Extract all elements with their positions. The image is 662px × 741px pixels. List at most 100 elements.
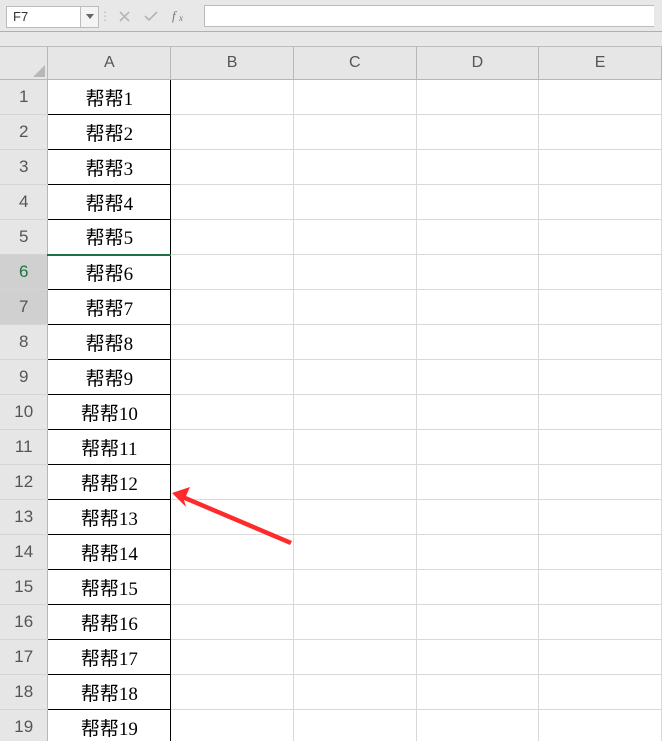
cell[interactable] — [293, 465, 416, 500]
cell[interactable] — [416, 605, 539, 640]
cell[interactable] — [539, 80, 662, 115]
cell[interactable] — [171, 570, 294, 605]
cell[interactable] — [416, 570, 539, 605]
cell[interactable]: 帮帮10 — [48, 395, 171, 430]
cell[interactable] — [539, 535, 662, 570]
cell[interactable] — [416, 255, 539, 290]
cell[interactable]: 帮帮9 — [48, 360, 171, 395]
cell[interactable] — [416, 150, 539, 185]
cell[interactable] — [416, 500, 539, 535]
cell[interactable] — [539, 465, 662, 500]
cell[interactable] — [171, 605, 294, 640]
cell[interactable] — [416, 185, 539, 220]
cell[interactable] — [171, 255, 294, 290]
cell[interactable] — [171, 150, 294, 185]
name-box[interactable]: F7 — [6, 6, 81, 28]
row-header[interactable]: 17 — [0, 640, 48, 675]
cell[interactable] — [171, 185, 294, 220]
cell[interactable]: 帮帮14 — [48, 535, 171, 570]
row-header[interactable]: 10 — [0, 395, 48, 430]
cell[interactable] — [539, 325, 662, 360]
fx-icon[interactable]: f x — [172, 9, 190, 23]
cell[interactable] — [171, 80, 294, 115]
row-header[interactable]: 12 — [0, 465, 48, 500]
cell[interactable]: 帮帮1 — [48, 80, 171, 115]
row-header[interactable]: 7 — [0, 290, 48, 325]
cell[interactable] — [416, 430, 539, 465]
cell[interactable] — [171, 220, 294, 255]
cell[interactable] — [416, 675, 539, 710]
cell[interactable]: 帮帮6 — [48, 255, 171, 290]
cell[interactable] — [293, 570, 416, 605]
cell[interactable] — [539, 395, 662, 430]
cell[interactable] — [539, 360, 662, 395]
cell[interactable]: 帮帮11 — [48, 430, 171, 465]
cell[interactable] — [539, 675, 662, 710]
cell[interactable] — [539, 605, 662, 640]
cell[interactable] — [293, 500, 416, 535]
cell[interactable]: 帮帮12 — [48, 465, 171, 500]
row-header[interactable]: 19 — [0, 710, 48, 741]
cell[interactable]: 帮帮15 — [48, 570, 171, 605]
row-header[interactable]: 13 — [0, 500, 48, 535]
cell[interactable] — [539, 710, 662, 741]
cell[interactable] — [293, 150, 416, 185]
column-header-D[interactable]: D — [416, 47, 539, 80]
column-header-C[interactable]: C — [293, 47, 416, 80]
cell[interactable] — [539, 500, 662, 535]
cell[interactable] — [171, 465, 294, 500]
cell[interactable]: 帮帮16 — [48, 605, 171, 640]
row-header[interactable]: 18 — [0, 675, 48, 710]
formula-input[interactable] — [204, 5, 654, 27]
cell[interactable]: 帮帮3 — [48, 150, 171, 185]
row-header[interactable]: 6 — [0, 255, 48, 290]
row-header[interactable]: 16 — [0, 605, 48, 640]
cell[interactable] — [293, 430, 416, 465]
cell[interactable] — [293, 80, 416, 115]
cell[interactable] — [293, 535, 416, 570]
cell[interactable] — [416, 465, 539, 500]
cell[interactable] — [416, 710, 539, 741]
cell[interactable]: 帮帮13 — [48, 500, 171, 535]
cell[interactable] — [293, 640, 416, 675]
cell[interactable]: 帮帮2 — [48, 115, 171, 150]
cell[interactable] — [171, 710, 294, 741]
cell[interactable] — [293, 605, 416, 640]
cell[interactable] — [416, 360, 539, 395]
cell[interactable] — [416, 640, 539, 675]
cell[interactable]: 帮帮17 — [48, 640, 171, 675]
cell[interactable]: 帮帮8 — [48, 325, 171, 360]
name-box-dropdown[interactable] — [81, 6, 99, 28]
cell[interactable] — [416, 290, 539, 325]
row-header[interactable]: 3 — [0, 150, 48, 185]
column-header-E[interactable]: E — [539, 47, 662, 80]
cell[interactable] — [416, 115, 539, 150]
cell[interactable] — [171, 675, 294, 710]
row-header[interactable]: 15 — [0, 570, 48, 605]
row-header[interactable]: 4 — [0, 185, 48, 220]
cell[interactable] — [293, 395, 416, 430]
cell[interactable] — [539, 570, 662, 605]
cell[interactable] — [171, 395, 294, 430]
row-header[interactable]: 1 — [0, 80, 48, 115]
cell[interactable] — [416, 80, 539, 115]
row-header[interactable]: 5 — [0, 220, 48, 255]
cell[interactable] — [539, 150, 662, 185]
cell[interactable] — [293, 115, 416, 150]
select-all-corner[interactable] — [0, 47, 48, 80]
cell[interactable] — [171, 290, 294, 325]
cell[interactable] — [416, 395, 539, 430]
cell[interactable]: 帮帮7 — [48, 290, 171, 325]
cell[interactable] — [171, 535, 294, 570]
cell[interactable] — [293, 220, 416, 255]
enter-icon[interactable] — [144, 11, 158, 22]
cell[interactable] — [171, 500, 294, 535]
cell[interactable] — [293, 255, 416, 290]
cell[interactable] — [293, 710, 416, 741]
row-header[interactable]: 11 — [0, 430, 48, 465]
cell[interactable]: 帮帮19 — [48, 710, 171, 741]
row-header[interactable]: 14 — [0, 535, 48, 570]
column-header-B[interactable]: B — [171, 47, 294, 80]
cell[interactable] — [293, 675, 416, 710]
row-header[interactable]: 8 — [0, 325, 48, 360]
